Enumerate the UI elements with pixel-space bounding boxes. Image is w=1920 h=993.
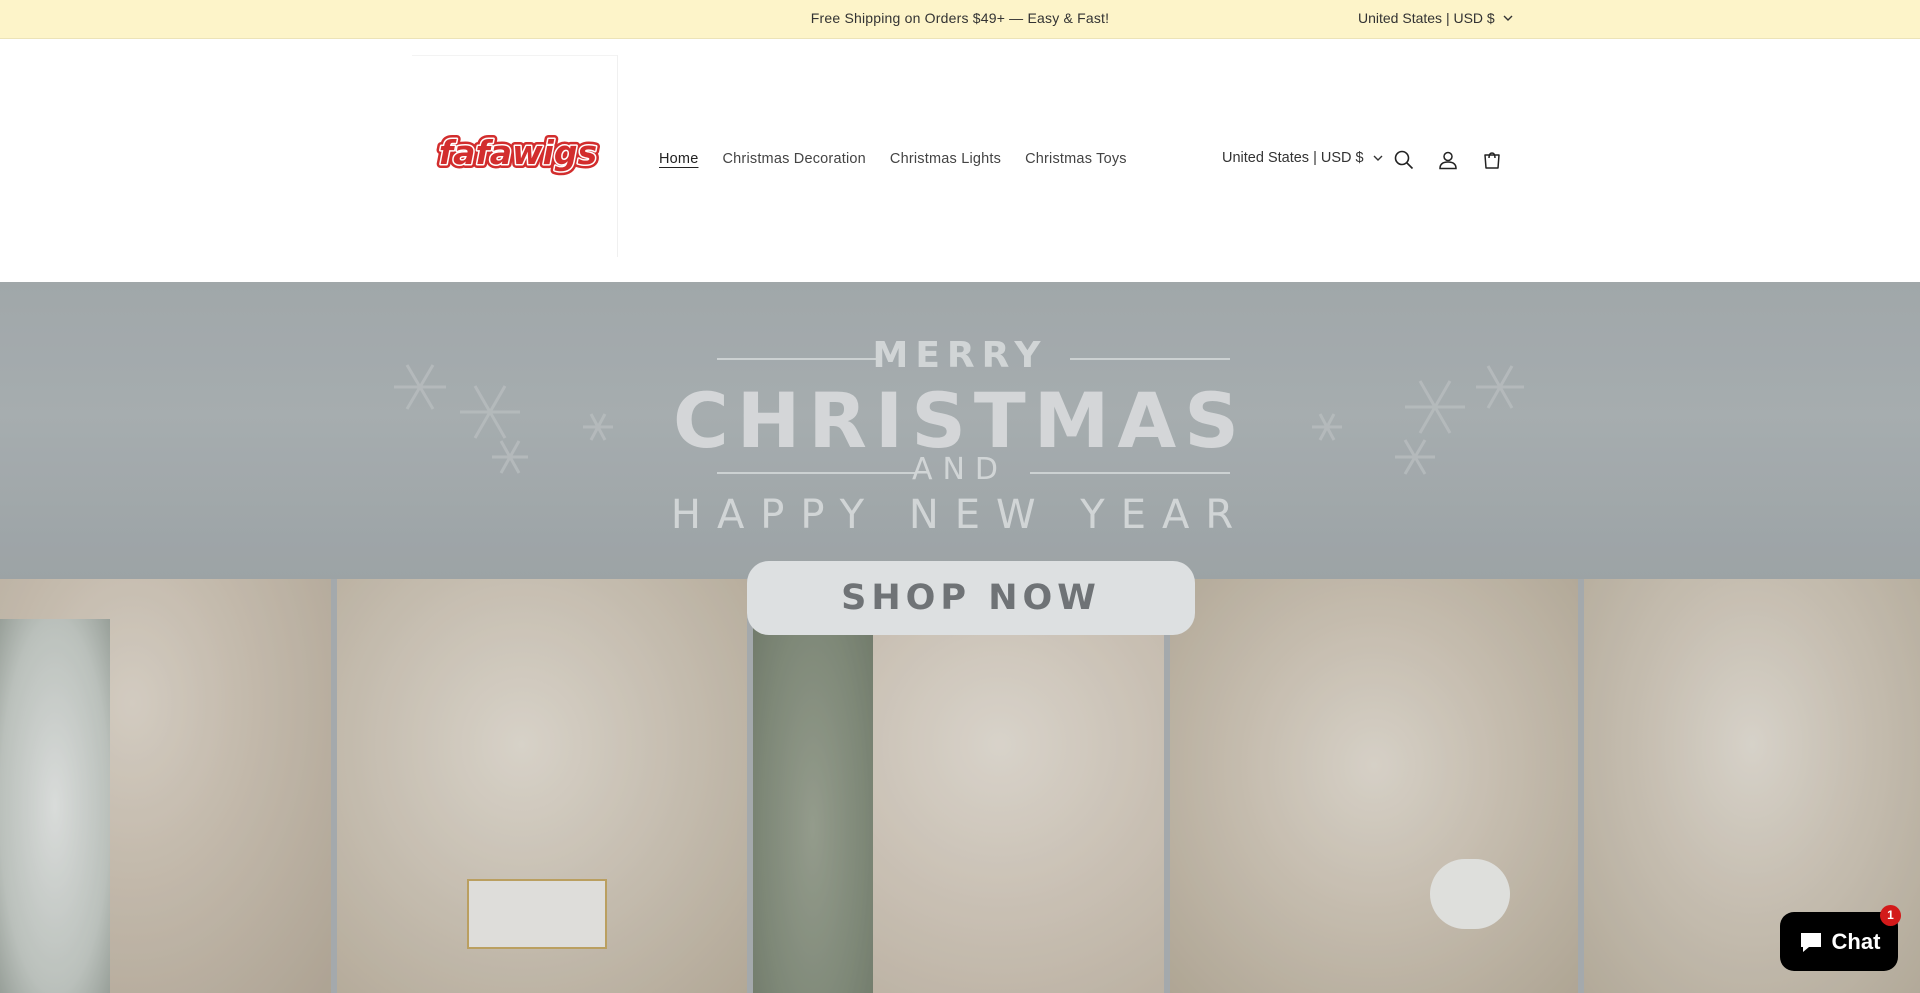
chevron-down-icon xyxy=(1503,15,1513,21)
hero-and: AND xyxy=(911,452,1009,487)
announcement-text: Free Shipping on Orders $49+ — Easy & Fa… xyxy=(810,10,1110,26)
main-nav: Home Christmas Decoration Christmas Ligh… xyxy=(659,151,1127,167)
account-button[interactable] xyxy=(1433,145,1463,175)
hero-photo-2 xyxy=(337,579,747,993)
site-header: fafawigs fafawigs fafawigs Home Christma… xyxy=(0,39,1920,282)
chat-label: Chat xyxy=(1831,928,1881,954)
announcement-locale-label: United States | USD $ xyxy=(1358,10,1495,26)
logo-text: fafawigs xyxy=(439,133,597,172)
hero-photo-1 xyxy=(0,579,331,993)
search-button[interactable] xyxy=(1389,145,1419,175)
hero-happy-new-year: HAPPY NEW YEAR xyxy=(670,492,1250,538)
nav-home[interactable]: Home xyxy=(659,151,698,167)
hero-photo-4 xyxy=(1170,579,1578,993)
nav-christmas-toys[interactable]: Christmas Toys xyxy=(1025,151,1127,167)
chat-bubble-icon xyxy=(1800,932,1821,952)
hero-merry: MERRY xyxy=(872,335,1048,376)
cart-button[interactable] xyxy=(1477,145,1507,175)
nav-christmas-decoration[interactable]: Christmas Decoration xyxy=(722,151,865,167)
account-icon xyxy=(1439,151,1457,170)
hero-photo-3 xyxy=(753,579,1164,993)
chevron-down-icon xyxy=(1373,155,1383,161)
hero-banner: MERRY CHRISTMAS AND HAPPY NEW YEAR SHOP … xyxy=(0,282,1920,993)
search-icon xyxy=(1394,150,1414,170)
hero-backdrop: MERRY CHRISTMAS AND HAPPY NEW YEAR xyxy=(0,282,1920,579)
chat-button[interactable]: Chat xyxy=(1780,912,1898,971)
header-locale-label: United States | USD $ xyxy=(1222,150,1364,166)
cart-icon xyxy=(1484,152,1500,169)
announcement-locale-selector[interactable]: United States | USD $ xyxy=(1358,0,1513,37)
chat-notification-badge: 1 xyxy=(1880,905,1901,926)
shop-now-button[interactable]: SHOP NOW xyxy=(747,561,1195,635)
fafawigs-logo[interactable]: fafawigs fafawigs fafawigs xyxy=(436,128,600,178)
announcement-bar: Free Shipping on Orders $49+ — Easy & Fa… xyxy=(0,0,1920,39)
header-locale-selector[interactable]: United States | USD $ xyxy=(1222,150,1383,166)
nav-christmas-lights[interactable]: Christmas Lights xyxy=(890,151,1001,167)
